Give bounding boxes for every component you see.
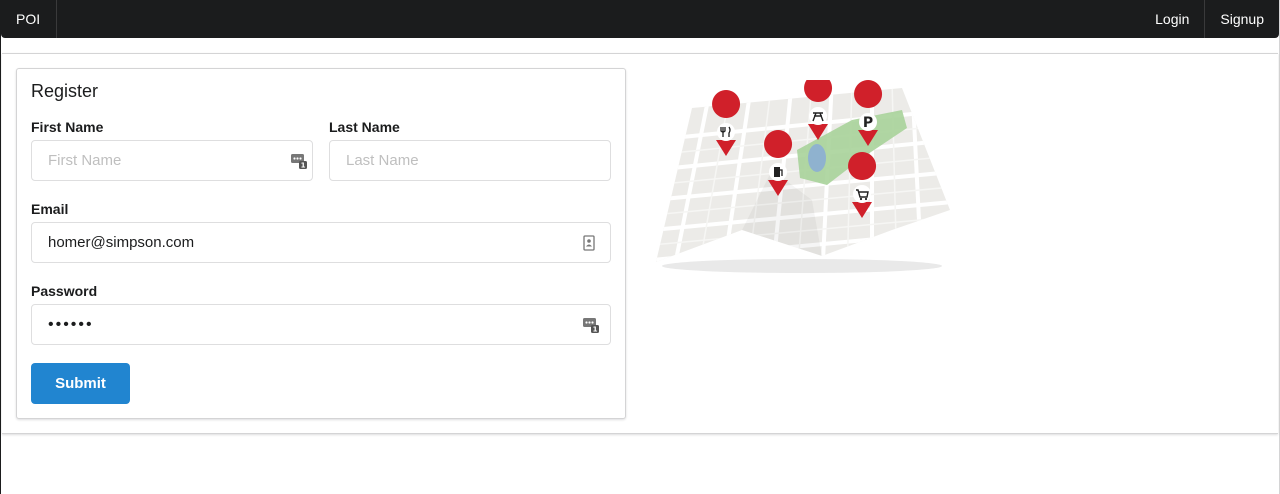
signup-link[interactable]: Signup <box>1204 0 1279 38</box>
login-link[interactable]: Login <box>1140 0 1204 38</box>
password-label: Password <box>31 283 98 299</box>
password-manager-icon[interactable]: 1 <box>291 153 307 169</box>
password-field[interactable]: •••••• 1 <box>31 304 611 345</box>
submit-button[interactable]: Submit <box>31 363 130 404</box>
form-title: Register <box>31 81 99 101</box>
password-value: •••••• <box>48 315 94 333</box>
contact-card-icon[interactable] <box>581 235 597 251</box>
first-name-placeholder: First Name <box>48 152 122 169</box>
frame-border-left <box>0 0 1 494</box>
svg-text:P: P <box>863 115 873 131</box>
last-name-label: Last Name <box>329 119 400 135</box>
first-name-label: First Name <box>31 119 104 135</box>
first-name-field[interactable]: First Name 1 <box>31 140 313 181</box>
map-shadow <box>662 259 942 273</box>
email-value: homer@simpson.com <box>48 234 195 251</box>
last-name-field[interactable]: Last Name <box>329 140 611 181</box>
password-manager-icon[interactable]: 1 <box>583 317 599 333</box>
top-menu: POI Login Signup <box>1 0 1279 38</box>
email-field[interactable]: homer@simpson.com <box>31 222 611 263</box>
register-form-card: Register First Name First Name 1 Last Na… <box>16 68 626 419</box>
svg-text:1: 1 <box>593 326 598 334</box>
svg-text:1: 1 <box>301 162 306 170</box>
map-illustration: P <box>656 80 950 273</box>
last-name-placeholder: Last Name <box>346 152 419 169</box>
email-label: Email <box>31 201 69 217</box>
brand-link[interactable]: POI <box>1 0 57 38</box>
menu-right: Login Signup <box>1140 0 1279 38</box>
map-lake <box>808 144 826 172</box>
